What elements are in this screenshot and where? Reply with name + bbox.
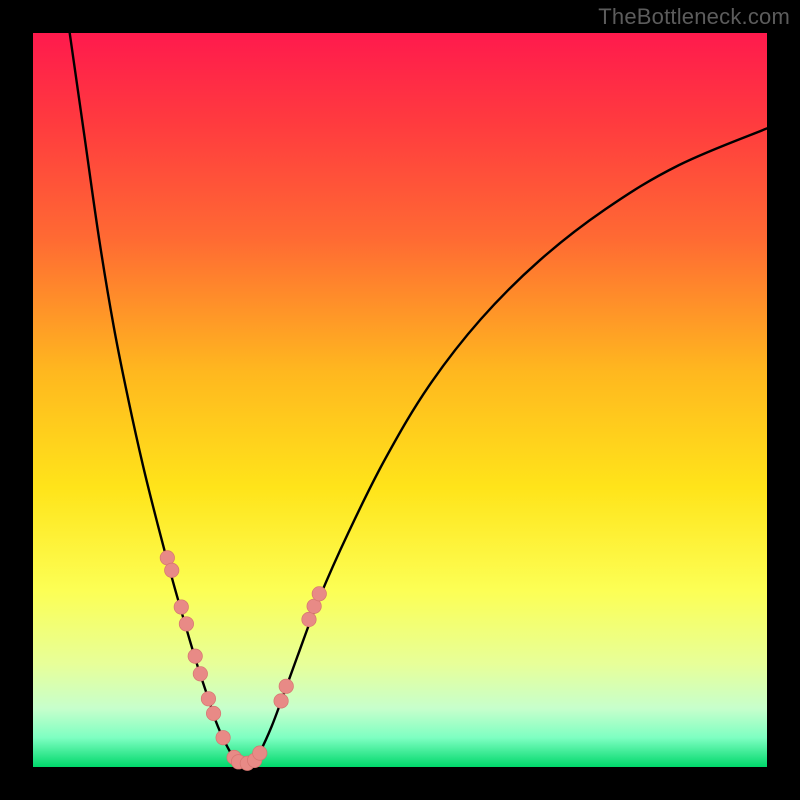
data-markers (160, 551, 326, 771)
marker-dot (312, 587, 326, 601)
bottleneck-curves (70, 33, 767, 763)
marker-dot (193, 667, 207, 681)
marker-dot (165, 563, 179, 577)
marker-dot (216, 730, 230, 744)
curve-right-curve (253, 128, 767, 762)
marker-dot (188, 649, 202, 663)
watermark-text: TheBottleneck.com (598, 4, 790, 30)
marker-dot (174, 600, 188, 614)
marker-dot (179, 617, 193, 631)
marker-dot (253, 746, 267, 760)
curve-left-curve (70, 33, 237, 763)
marker-dot (302, 612, 316, 626)
chart-frame: TheBottleneck.com (0, 0, 800, 800)
gradient-plot-area (33, 33, 767, 767)
marker-dot (274, 694, 288, 708)
marker-dot (206, 706, 220, 720)
marker-dot (201, 692, 215, 706)
curve-layer (33, 33, 767, 767)
marker-dot (279, 679, 293, 693)
